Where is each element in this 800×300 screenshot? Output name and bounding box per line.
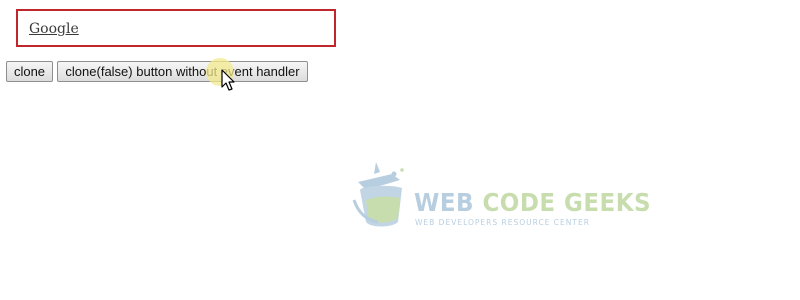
watermark-title: WEB CODE GEEKS (414, 188, 651, 217)
watermark-title-geeks: CODE GEEKS (482, 188, 652, 217)
clone-button[interactable]: clone (6, 61, 53, 82)
watermark-title-web: WEB (414, 188, 483, 217)
watermark-subtitle: WEB DEVELOPERS RESOURCE CENTER (415, 218, 590, 227)
web-code-geeks-watermark: WEB CODE GEEKS WEB DEVELOPERS RESOURCE C… (352, 160, 651, 232)
mouse-cursor-icon (206, 58, 235, 91)
web-code-geeks-logo-icon (352, 162, 404, 227)
google-link[interactable]: Google (29, 21, 79, 37)
clone-false-button[interactable]: clone(false) button without event handle… (57, 61, 308, 82)
link-container: Google (16, 9, 336, 47)
